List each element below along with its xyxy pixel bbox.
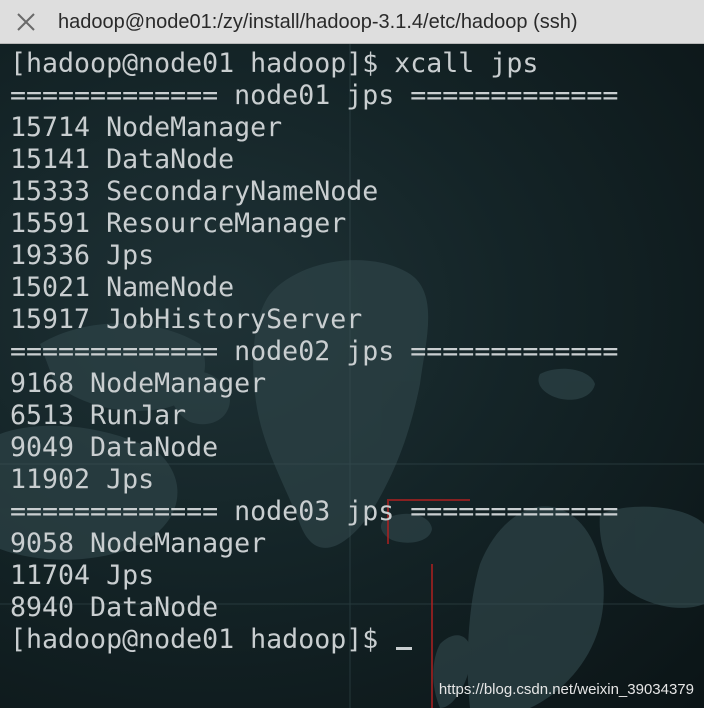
watermark: https://blog.csdn.net/weixin_39034379 (438, 681, 694, 698)
shell-prompt: [hadoop@node01 hadoop]$ (10, 624, 395, 655)
terminal-line: 8940 DataNode (10, 592, 219, 623)
close-icon[interactable] (14, 10, 38, 34)
terminal-line: ============= node01 jps ============= (10, 80, 619, 111)
terminal-line: 6513 RunJar (10, 400, 187, 431)
terminal-output: [hadoop@node01 hadoop]$ xcall jps ======… (10, 48, 618, 656)
terminal-line: ============= node02 jps ============= (10, 336, 619, 367)
terminal-window: hadoop@node01:/zy/install/hadoop-3.1.4/e… (0, 0, 704, 708)
terminal-line: 9049 DataNode (10, 432, 219, 463)
title-bar: hadoop@node01:/zy/install/hadoop-3.1.4/e… (0, 0, 704, 44)
terminal-line: 19336 Jps (10, 240, 155, 271)
terminal-line: 9168 NodeManager (10, 368, 267, 399)
text-cursor (396, 647, 413, 650)
terminal-line: 15591 ResourceManager (10, 208, 347, 239)
terminal-line: 15141 DataNode (10, 144, 235, 175)
terminal-area[interactable]: [hadoop@node01 hadoop]$ xcall jps ======… (0, 44, 704, 708)
terminal-line: 15333 SecondaryNameNode (10, 176, 379, 207)
terminal-line: 15021 NameNode (10, 272, 235, 303)
terminal-line: ============= node03 jps ============= (10, 496, 619, 527)
terminal-line: 15917 JobHistoryServer (10, 304, 363, 335)
terminal-line: 9058 NodeManager (10, 528, 267, 559)
window-title: hadoop@node01:/zy/install/hadoop-3.1.4/e… (58, 11, 578, 33)
terminal-line: 15714 NodeManager (10, 112, 283, 143)
terminal-line: 11902 Jps (10, 464, 155, 495)
terminal-line: [hadoop@node01 hadoop]$ xcall jps (10, 48, 539, 79)
terminal-line: 11704 Jps (10, 560, 155, 591)
prompt-line[interactable]: [hadoop@node01 hadoop]$ (10, 624, 618, 656)
